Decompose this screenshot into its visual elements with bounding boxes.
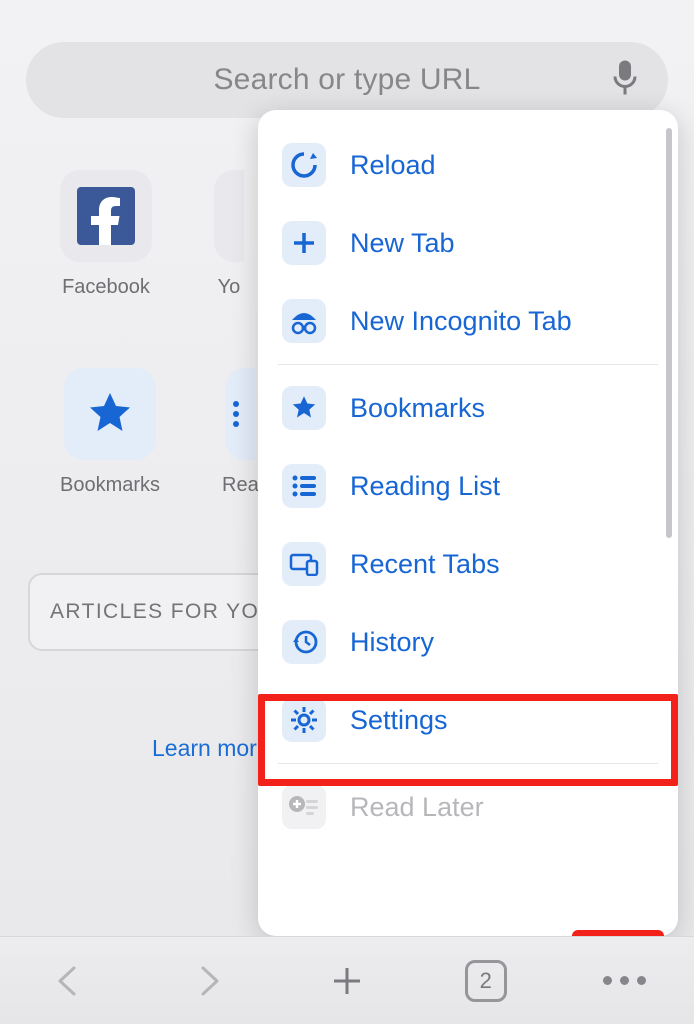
- menu-item-reload[interactable]: Reload: [258, 126, 678, 204]
- shortcut-label: Yo: [218, 276, 241, 299]
- back-button[interactable]: [39, 951, 99, 1011]
- history-icon: [282, 620, 326, 664]
- menu-item-bookmarks[interactable]: Bookmarks: [258, 369, 678, 447]
- shortcut-row: Bookmarks Rea: [60, 368, 259, 497]
- mic-icon[interactable]: [612, 59, 638, 102]
- menu-item-label: Reload: [350, 150, 436, 181]
- shortcut-label: Facebook: [62, 276, 150, 299]
- list-icon: [282, 464, 326, 508]
- more-icon: [603, 976, 646, 985]
- learn-more-link[interactable]: Learn mor: [152, 735, 257, 762]
- menu-item-reading-list[interactable]: Reading List: [258, 447, 678, 525]
- menu-item-label: Settings: [350, 705, 448, 736]
- reload-icon: [282, 143, 326, 187]
- star-icon: [64, 368, 156, 460]
- tab-count-badge: 2: [465, 960, 507, 1002]
- shortcut-label: Bookmarks: [60, 474, 160, 497]
- menu-item-new-tab[interactable]: New Tab: [258, 204, 678, 282]
- search-bar[interactable]: Search or type URL: [26, 42, 668, 118]
- incognito-icon: [282, 299, 326, 343]
- menu-item-recent-tabs[interactable]: Recent Tabs: [258, 525, 678, 603]
- more-button[interactable]: [595, 951, 655, 1011]
- shortcut-partial[interactable]: Rea: [222, 368, 259, 497]
- generic-icon: [225, 368, 255, 460]
- overflow-menu: Reload New Tab New Incognito Tab Bookmar…: [258, 110, 678, 936]
- tabs-button[interactable]: 2: [456, 951, 516, 1011]
- menu-item-history[interactable]: History: [258, 603, 678, 681]
- facebook-icon: [60, 170, 152, 262]
- devices-icon: [282, 542, 326, 586]
- menu-item-label: New Tab: [350, 228, 455, 259]
- menu-item-read-later[interactable]: Read Later: [258, 768, 678, 846]
- menu-item-label: Bookmarks: [350, 393, 485, 424]
- forward-button[interactable]: [178, 951, 238, 1011]
- menu-item-label: Read Later: [350, 792, 484, 823]
- shortcut-partial[interactable]: Yo: [214, 170, 244, 299]
- plus-icon: [282, 221, 326, 265]
- menu-item-label: History: [350, 627, 434, 658]
- star-icon: [282, 386, 326, 430]
- articles-label: ARTICLES FOR YO: [50, 600, 259, 624]
- menu-item-label: Reading List: [350, 471, 500, 502]
- gear-icon: [282, 698, 326, 742]
- menu-item-settings[interactable]: Settings: [258, 681, 678, 759]
- bottom-toolbar: 2: [0, 936, 694, 1024]
- menu-item-label: New Incognito Tab: [350, 306, 572, 337]
- shortcut-bookmarks[interactable]: Bookmarks: [60, 368, 160, 497]
- shortcut-facebook[interactable]: Facebook: [60, 170, 152, 299]
- shortcut-label: Rea: [222, 474, 259, 497]
- search-placeholder: Search or type URL: [213, 63, 480, 97]
- menu-separator: [278, 364, 658, 365]
- generic-icon: [214, 170, 244, 262]
- read-later-icon: [282, 785, 326, 829]
- menu-item-label: Recent Tabs: [350, 549, 500, 580]
- menu-item-incognito[interactable]: New Incognito Tab: [258, 282, 678, 360]
- menu-separator: [278, 763, 658, 764]
- scrollbar[interactable]: [666, 128, 672, 538]
- new-tab-button[interactable]: [317, 951, 377, 1011]
- shortcut-row: Facebook Yo: [60, 170, 244, 299]
